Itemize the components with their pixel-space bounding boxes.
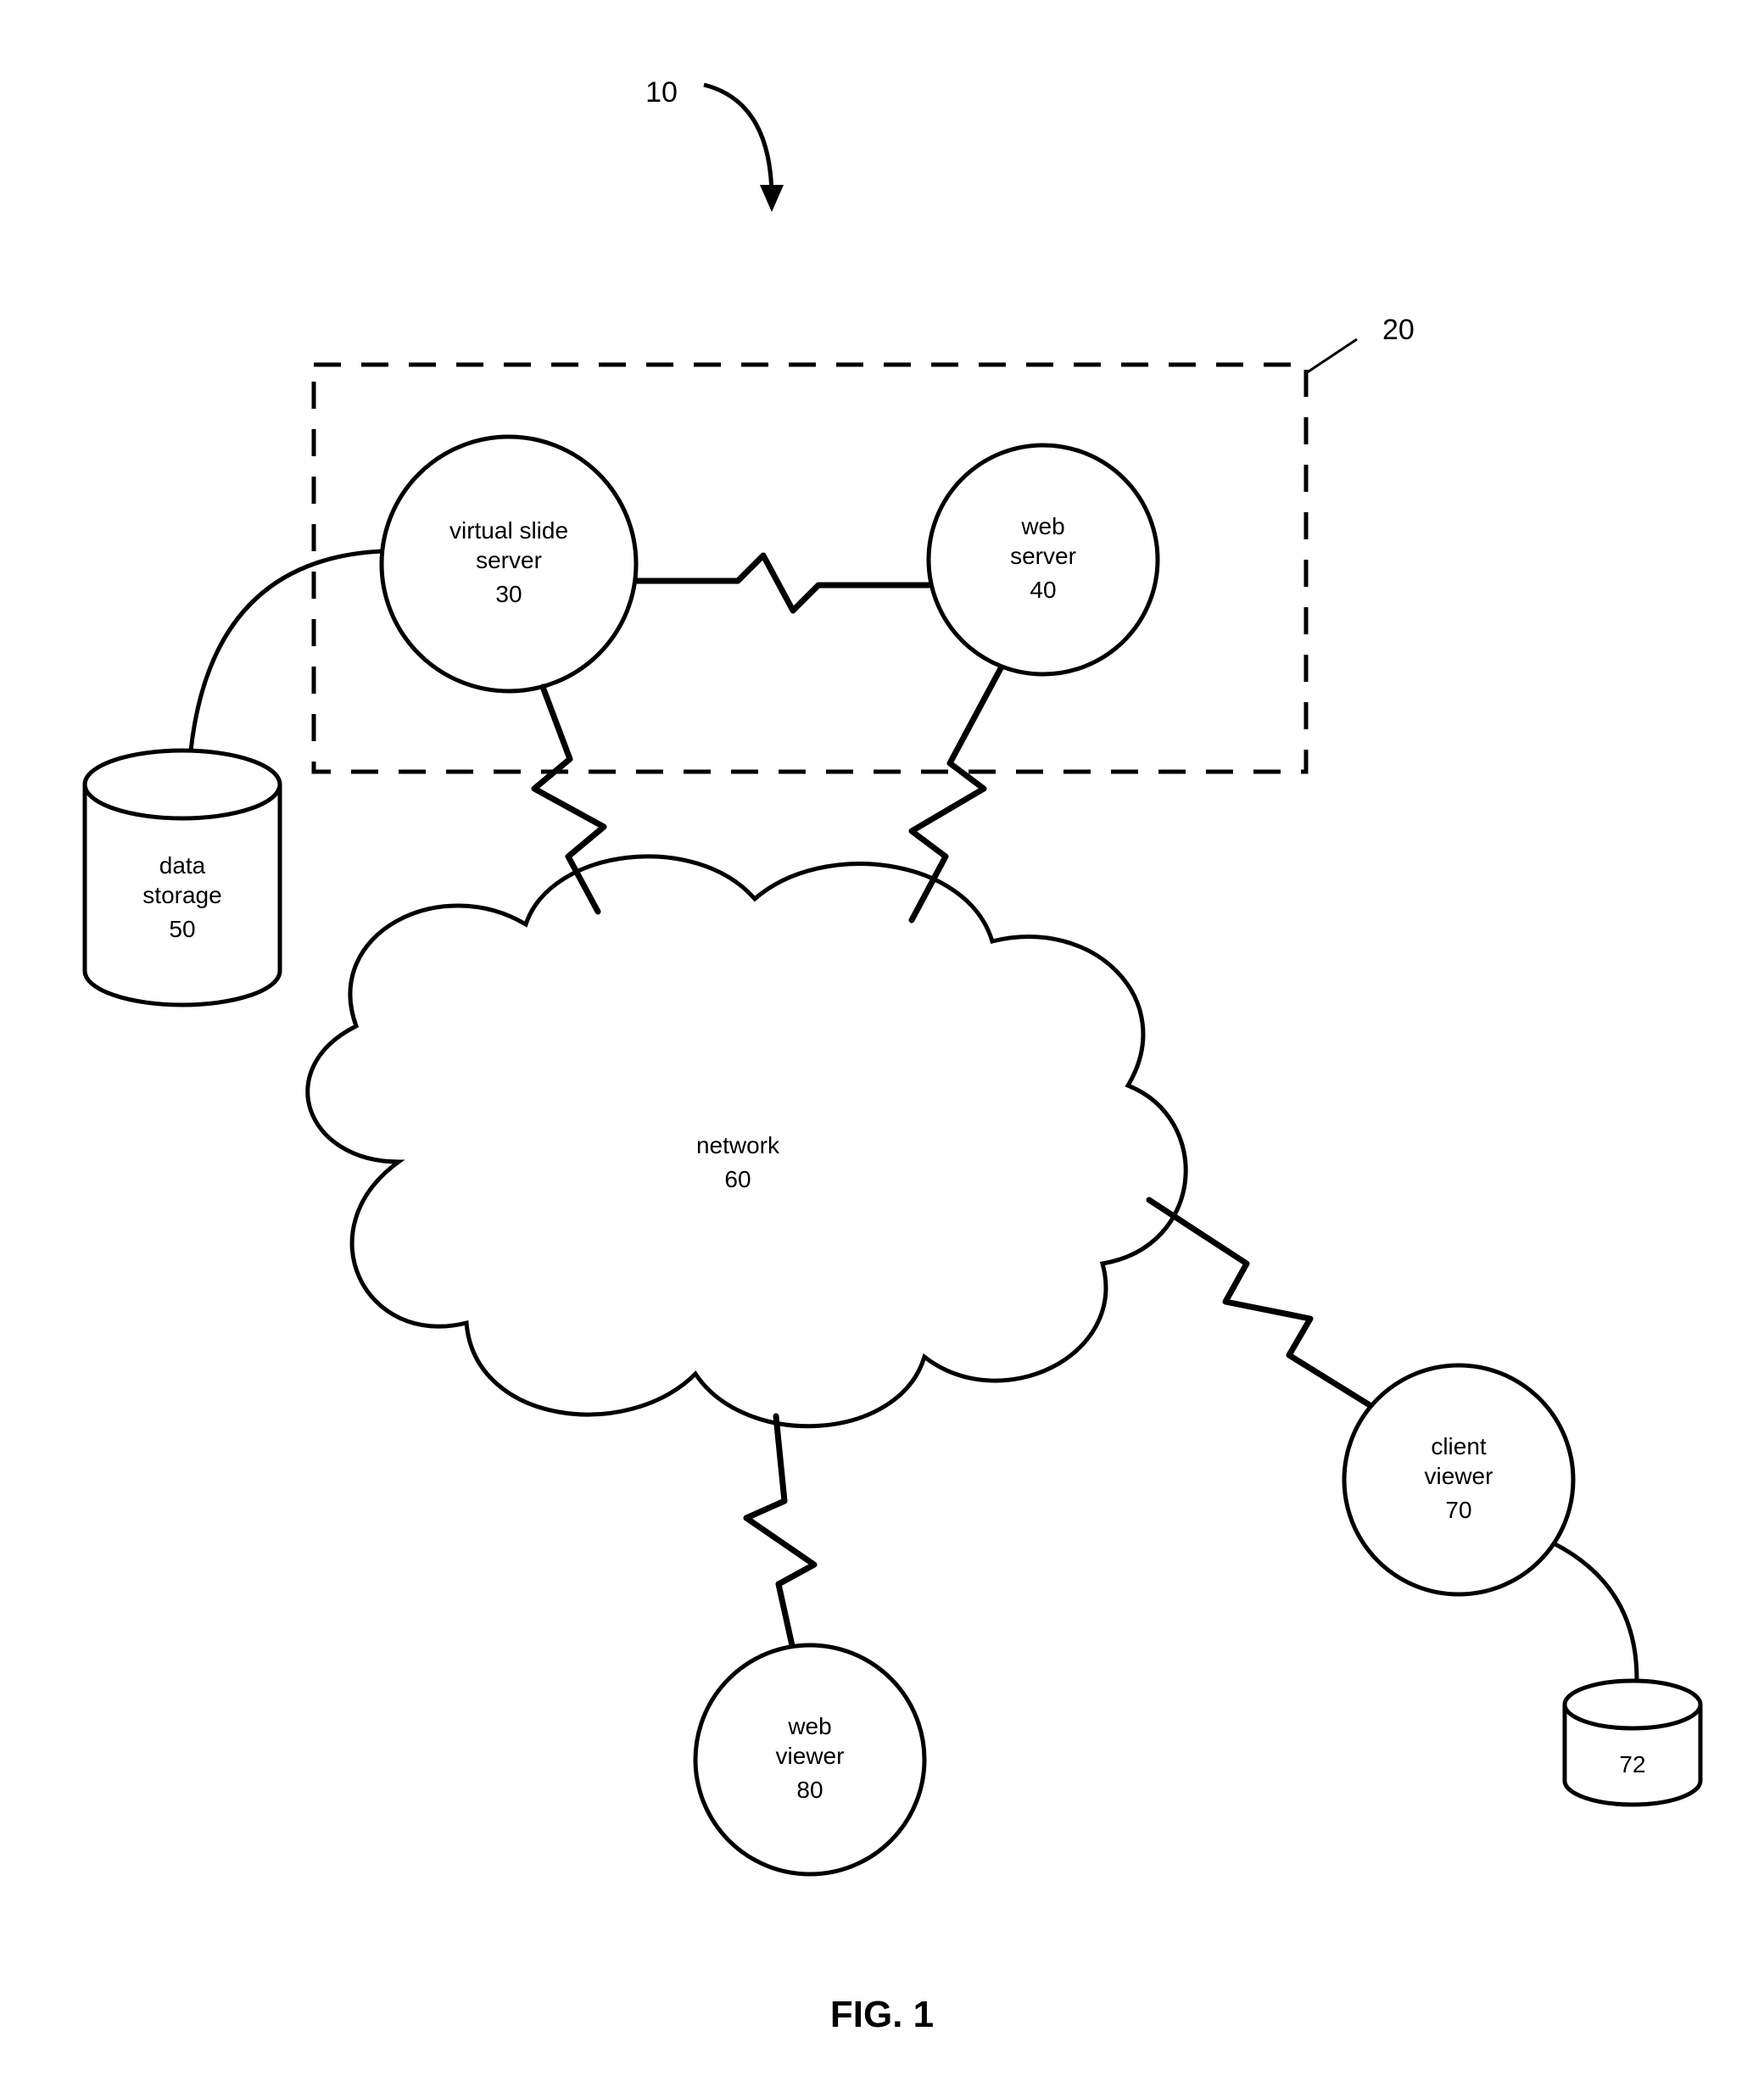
connector-client-storage bbox=[1554, 1543, 1637, 1679]
ref-server-group-leader bbox=[1306, 339, 1357, 373]
system-diagram: 10 20 virtual slide server 30 web server… bbox=[0, 0, 1764, 2087]
node-client-storage-num: 72 bbox=[1619, 1751, 1645, 1777]
node-web-viewer-label2: viewer bbox=[776, 1743, 845, 1769]
node-web-server-label2: server bbox=[1010, 543, 1076, 569]
node-network-label: network bbox=[696, 1132, 780, 1158]
node-virtual-slide-server-label2: server bbox=[476, 547, 542, 573]
node-data-storage-label1: data bbox=[159, 852, 206, 879]
figure-title: FIG. 1 bbox=[830, 1994, 934, 2035]
ref-overall-arrow bbox=[704, 85, 772, 199]
node-client-storage bbox=[1565, 1681, 1700, 1805]
ref-overall: 10 bbox=[645, 76, 678, 109]
ref-server-group: 20 bbox=[1382, 314, 1415, 346]
connector-network-client bbox=[1149, 1200, 1374, 1408]
node-web-viewer-label1: web bbox=[787, 1713, 831, 1739]
connector-storage-vss bbox=[191, 551, 382, 751]
node-web-server-num: 40 bbox=[1030, 577, 1056, 603]
node-data-storage-num: 50 bbox=[169, 916, 195, 942]
connector-network-webviewer bbox=[746, 1416, 814, 1649]
node-client-viewer-label2: viewer bbox=[1425, 1463, 1493, 1489]
node-network-num: 60 bbox=[724, 1166, 751, 1192]
node-client-viewer-num: 70 bbox=[1445, 1497, 1471, 1523]
node-client-viewer-label1: client bbox=[1431, 1433, 1487, 1459]
node-virtual-slide-server-num: 30 bbox=[495, 581, 522, 607]
node-virtual-slide-server-label1: virtual slide bbox=[449, 517, 568, 544]
node-web-viewer-num: 80 bbox=[796, 1777, 823, 1803]
ref-overall-arrowhead bbox=[760, 185, 784, 212]
connector-vss-webserver bbox=[636, 555, 929, 611]
node-data-storage-label2: storage bbox=[142, 882, 221, 908]
node-web-server-label1: web bbox=[1020, 513, 1064, 539]
